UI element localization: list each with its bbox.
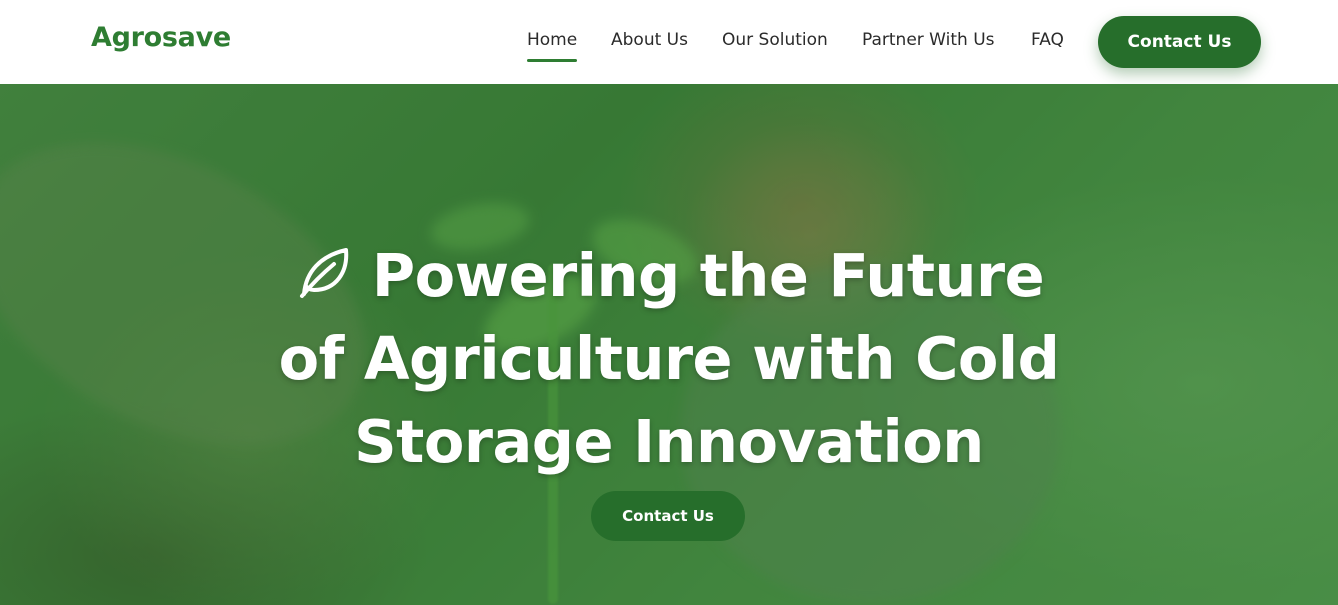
nav-item-faq[interactable]: FAQ xyxy=(1031,30,1064,50)
hero-section: Powering the Future of Agriculture with … xyxy=(0,84,1338,605)
nav-item-home[interactable]: Home xyxy=(527,30,578,62)
nav-item-about-us[interactable]: About Us xyxy=(611,30,688,50)
site-header: Agrosave Home About Us Our Solution Part… xyxy=(0,0,1338,84)
leaf-icon xyxy=(294,240,354,300)
nav-item-partner-with-us[interactable]: Partner With Us xyxy=(862,30,995,50)
hero-title: Powering the Future of Agriculture with … xyxy=(270,234,1068,483)
hero-contact-button[interactable]: Contact Us xyxy=(591,491,745,541)
header-contact-button[interactable]: Contact Us xyxy=(1098,16,1261,68)
nav-item-our-solution[interactable]: Our Solution xyxy=(722,30,828,50)
hero-title-text: Powering the Future of Agriculture with … xyxy=(278,241,1060,476)
